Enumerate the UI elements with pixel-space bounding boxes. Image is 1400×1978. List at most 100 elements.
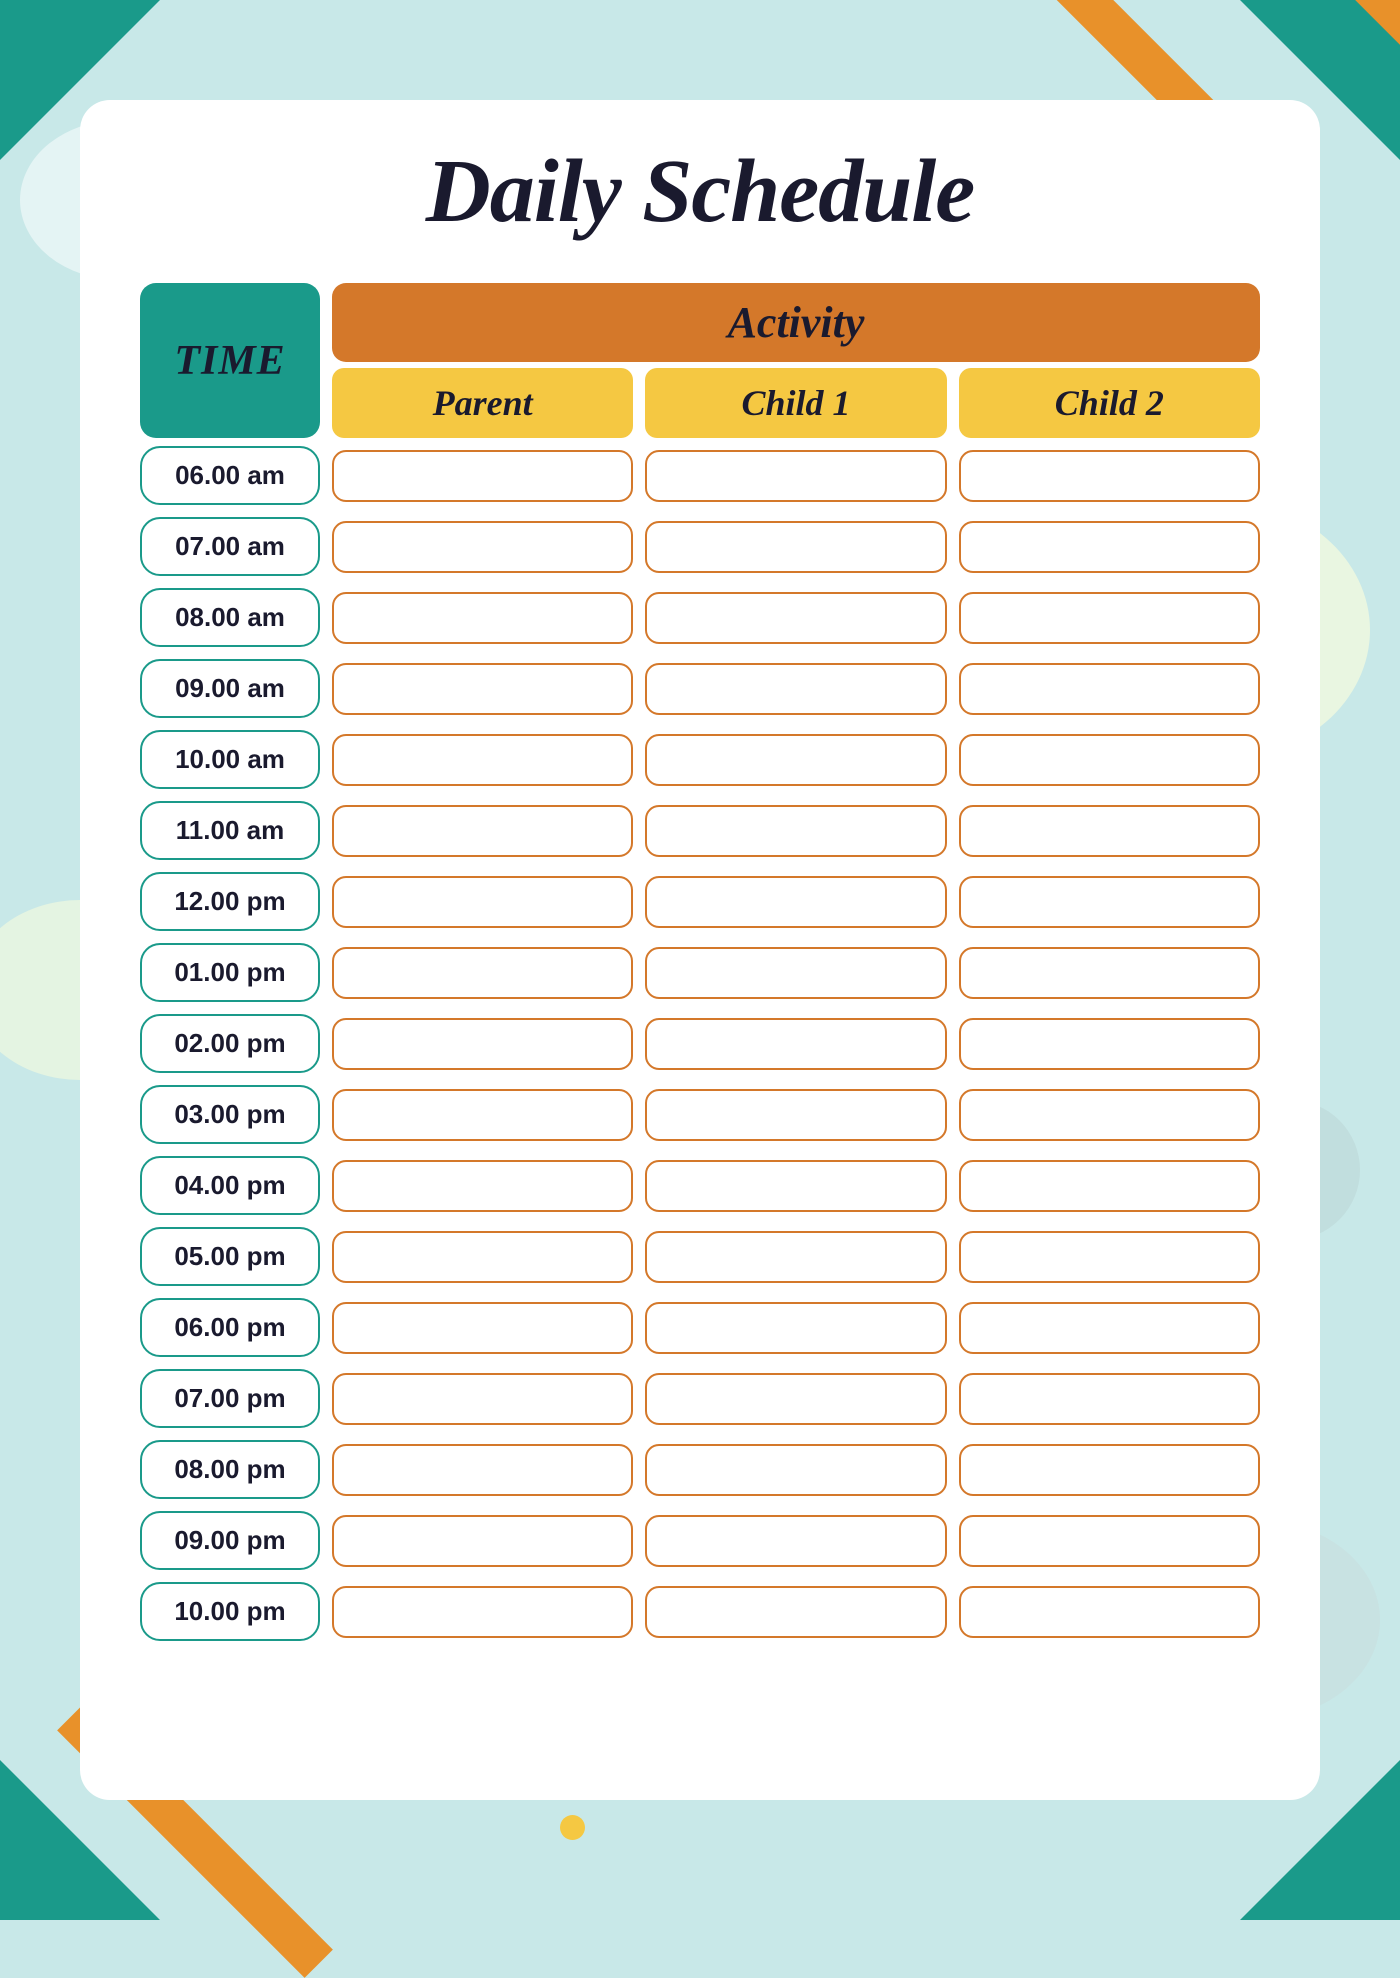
child2-input[interactable] [959,947,1260,999]
time-cell-text: 06.00 am [175,460,285,490]
sub-header-child1: Child 1 [645,368,946,438]
child2-input[interactable] [959,450,1260,502]
activity-cells [332,1444,1260,1496]
parent-input[interactable] [332,1586,633,1638]
table-row: 07.00 pm [140,1369,1260,1428]
time-cell-text: 04.00 pm [174,1170,285,1200]
parent-input[interactable] [332,734,633,786]
child1-input[interactable] [645,450,946,502]
time-cell-text: 03.00 pm [174,1099,285,1129]
parent-input[interactable] [332,1515,633,1567]
activity-cells [332,1160,1260,1212]
child1-input[interactable] [645,1515,946,1567]
child1-input[interactable] [645,1302,946,1354]
time-cell: 09.00 am [140,659,320,718]
time-cell: 04.00 pm [140,1156,320,1215]
child1-input[interactable] [645,1018,946,1070]
child1-input[interactable] [645,734,946,786]
table-row: 04.00 pm [140,1156,1260,1215]
time-cell-text: 01.00 pm [174,957,285,987]
child2-input[interactable] [959,1231,1260,1283]
child1-input[interactable] [645,805,946,857]
child1-input[interactable] [645,1160,946,1212]
activity-cells [332,521,1260,573]
parent-input[interactable] [332,1018,633,1070]
sub-header-child2: Child 2 [959,368,1260,438]
activity-cells [332,1515,1260,1567]
child1-input[interactable] [645,521,946,573]
table-row: 09.00 pm [140,1511,1260,1570]
time-cell-text: 07.00 pm [174,1383,285,1413]
child2-input[interactable] [959,876,1260,928]
child2-input[interactable] [959,592,1260,644]
parent-input[interactable] [332,1373,633,1425]
table-row: 08.00 am [140,588,1260,647]
time-header: TIME [140,283,320,438]
time-cell-text: 07.00 am [175,531,285,561]
child2-input[interactable] [959,1018,1260,1070]
table-row: 12.00 pm [140,872,1260,931]
parent-input[interactable] [332,1089,633,1141]
table-row: 02.00 pm [140,1014,1260,1073]
parent-input[interactable] [332,663,633,715]
child2-input[interactable] [959,1089,1260,1141]
child2-input[interactable] [959,1515,1260,1567]
time-cell: 08.00 am [140,588,320,647]
schedule-table: TIME Activity Parent Child 1 Chil [140,283,1260,1645]
parent-input[interactable] [332,1231,633,1283]
activity-cells [332,734,1260,786]
table-row: 10.00 am [140,730,1260,789]
table-row: 05.00 pm [140,1227,1260,1286]
child1-input[interactable] [645,1444,946,1496]
table-row: 06.00 pm [140,1298,1260,1357]
table-row: 06.00 am [140,446,1260,505]
child1-input[interactable] [645,592,946,644]
time-cell: 12.00 pm [140,872,320,931]
time-cell-text: 08.00 am [175,602,285,632]
child1-input[interactable] [645,947,946,999]
sub-header-child1-label: Child 1 [741,383,850,423]
time-cell-text: 10.00 pm [174,1596,285,1626]
time-cell-text: 10.00 am [175,744,285,774]
child2-input[interactable] [959,663,1260,715]
parent-input[interactable] [332,521,633,573]
activity-title-bar: Activity [332,283,1260,362]
activity-section: Activity Parent Child 1 Child 2 [332,283,1260,438]
parent-input[interactable] [332,1160,633,1212]
time-cell-text: 06.00 pm [174,1312,285,1342]
activity-cells [332,663,1260,715]
child2-input[interactable] [959,734,1260,786]
child1-input[interactable] [645,1586,946,1638]
child2-input[interactable] [959,1373,1260,1425]
time-cell-text: 02.00 pm [174,1028,285,1058]
activity-title-text: Activity [728,298,865,347]
page-title: Daily Schedule [140,140,1260,243]
table-row: 07.00 am [140,517,1260,576]
time-header-label: TIME [174,337,285,385]
child2-input[interactable] [959,1160,1260,1212]
parent-input[interactable] [332,805,633,857]
table-row: 11.00 am [140,801,1260,860]
child1-input[interactable] [645,663,946,715]
sub-header-child2-label: Child 2 [1055,383,1164,423]
parent-input[interactable] [332,947,633,999]
child1-input[interactable] [645,1231,946,1283]
parent-input[interactable] [332,1302,633,1354]
child1-input[interactable] [645,876,946,928]
child1-input[interactable] [645,1089,946,1141]
table-row: 03.00 pm [140,1085,1260,1144]
child2-input[interactable] [959,1302,1260,1354]
table-row: 10.00 pm [140,1582,1260,1641]
child2-input[interactable] [959,1444,1260,1496]
parent-input[interactable] [332,592,633,644]
parent-input[interactable] [332,876,633,928]
child2-input[interactable] [959,805,1260,857]
child1-input[interactable] [645,1373,946,1425]
child2-input[interactable] [959,1586,1260,1638]
header-row: TIME Activity Parent Child 1 Chil [140,283,1260,438]
child2-input[interactable] [959,521,1260,573]
parent-input[interactable] [332,1444,633,1496]
time-cell: 06.00 am [140,446,320,505]
parent-input[interactable] [332,450,633,502]
time-cell: 10.00 pm [140,1582,320,1641]
